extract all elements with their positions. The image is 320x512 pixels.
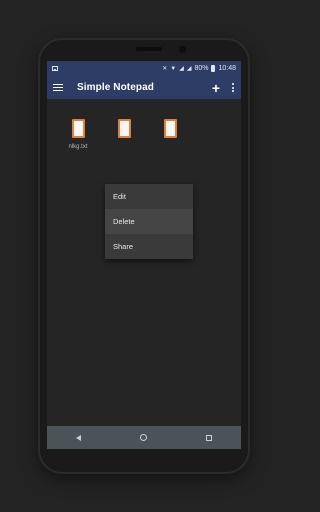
signal-icon: ◢ [179, 65, 184, 72]
menu-item-share[interactable]: Share [105, 234, 193, 259]
home-icon[interactable] [139, 434, 147, 441]
plus-icon[interactable]: + [212, 81, 220, 95]
signal-icon-2: ◢ [186, 65, 192, 72]
more-vert-icon[interactable] [232, 83, 235, 92]
phone-frame: ✕ ▼ ◢ ◢ 80% 10:48 Simple Notepad + nlkg.… [40, 40, 248, 472]
app-title: Simple Notepad [77, 82, 154, 93]
context-menu: Edit Delete Share [105, 184, 193, 259]
status-bar: ✕ ▼ ◢ ◢ 80% 10:48 [47, 61, 241, 76]
document-icon [163, 119, 177, 138]
file-label: nlkg.txt [68, 144, 88, 150]
menu-icon[interactable] [53, 83, 63, 92]
mute-icon: ✕ [162, 65, 168, 72]
wifi-icon: ▼ [170, 65, 177, 72]
menu-item-edit[interactable]: Edit [105, 184, 193, 209]
menu-item-delete[interactable]: Delete [105, 209, 193, 234]
battery-icon [211, 65, 216, 72]
file-item[interactable] [105, 119, 143, 144]
recents-icon[interactable] [205, 434, 212, 441]
file-item[interactable]: nlkg.txt [59, 119, 97, 150]
file-grid: nlkg.txt Edit Delete Share [47, 99, 241, 425]
back-icon[interactable] [76, 434, 82, 441]
image-icon [52, 66, 58, 71]
nav-bar [47, 426, 241, 449]
speaker-grille [136, 47, 162, 51]
front-camera [179, 46, 186, 53]
file-item[interactable] [151, 119, 189, 144]
app-bar: Simple Notepad + [47, 76, 241, 99]
battery-percent: 80% [194, 65, 209, 72]
document-icon [71, 119, 85, 138]
screen: ✕ ▼ ◢ ◢ 80% 10:48 Simple Notepad + nlkg.… [47, 61, 241, 449]
clock: 10:48 [218, 65, 236, 72]
document-icon [117, 119, 131, 138]
